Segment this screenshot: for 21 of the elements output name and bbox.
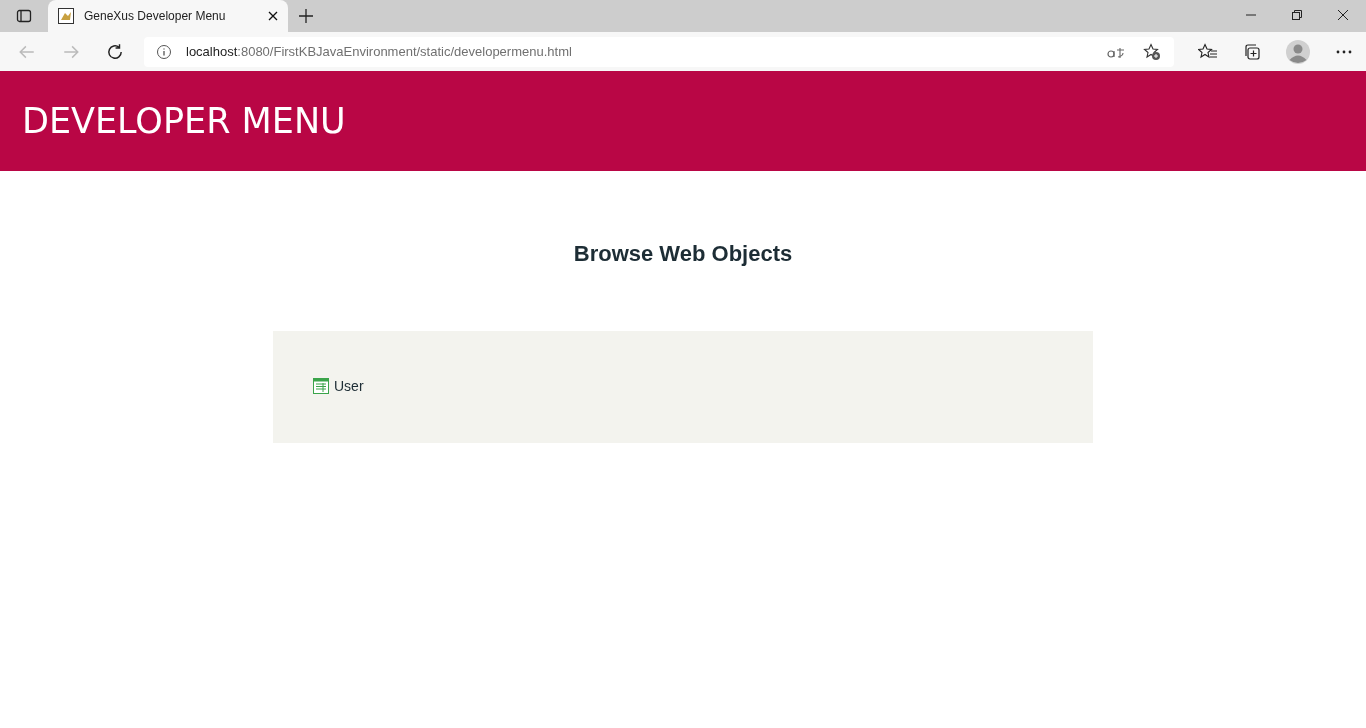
close-icon[interactable] [1337,9,1349,21]
refresh-icon[interactable] [106,42,124,61]
table-icon [313,378,329,394]
add-favorite-icon[interactable] [1142,42,1162,61]
close-icon[interactable] [268,11,278,21]
tab-actions-icon[interactable] [16,8,32,24]
url-host: localhost [186,44,238,59]
profile-avatar-icon[interactable] [1286,39,1310,64]
favorites-icon[interactable] [1198,42,1218,61]
new-tab-icon[interactable] [298,8,314,24]
page-title: DEVELOPER MENU [22,101,346,141]
browser-tab[interactable]: GeneXus Developer Menu [48,0,288,32]
info-icon [156,43,172,60]
address-bar[interactable]: localhost:8080/FirstKBJavaEnvironment/static/developermenu.html [144,36,1174,67]
section-title: Browse Web Objects [572,241,794,267]
tab-title: GeneXus Developer Menu [84,9,227,23]
object-link[interactable]: User [334,378,364,394]
restore-icon[interactable] [1291,9,1303,21]
collections-icon[interactable] [1242,42,1262,61]
site-icon [58,8,74,24]
url-path: :8080/FirstKBJavaEnvironment/static/developermenu.html [237,44,572,59]
